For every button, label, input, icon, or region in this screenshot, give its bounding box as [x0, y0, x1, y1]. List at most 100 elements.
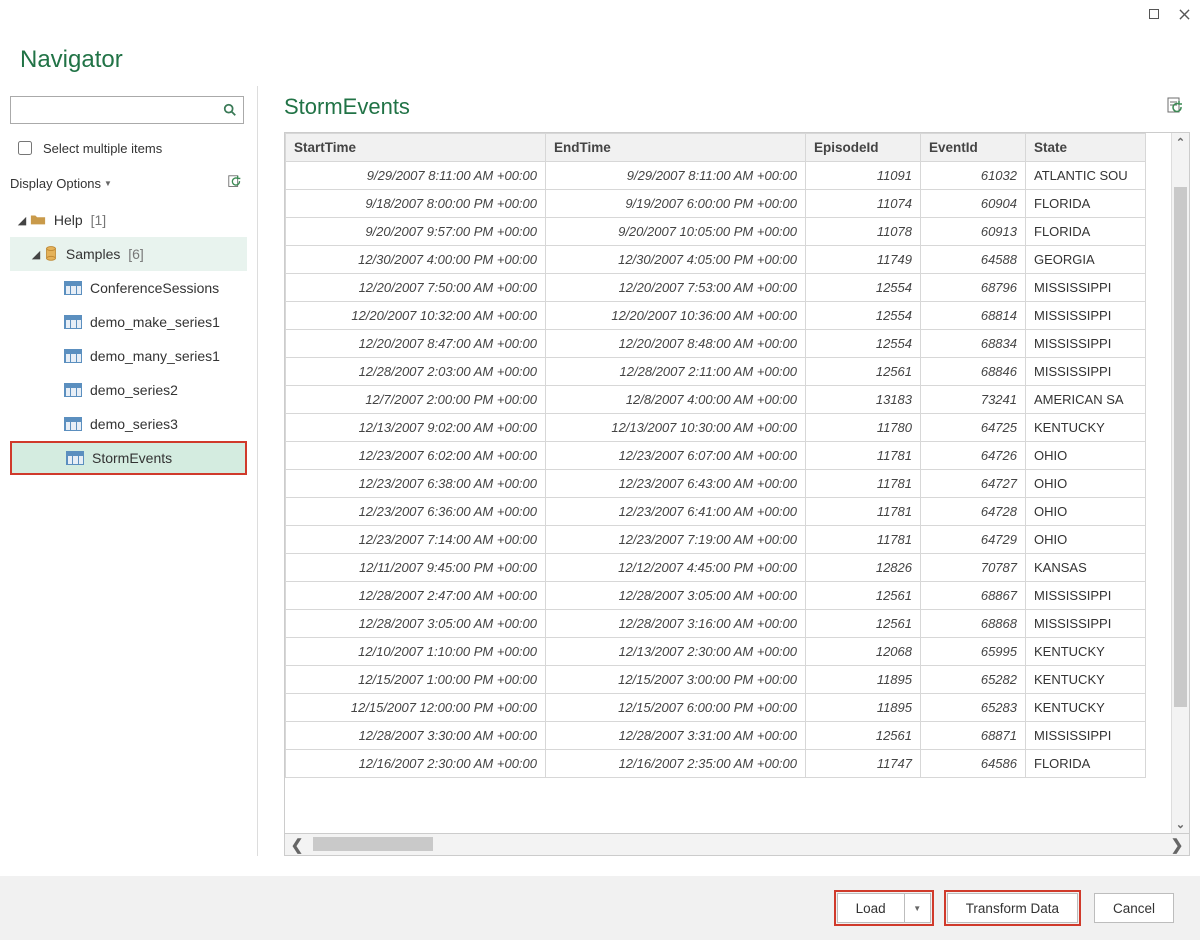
scroll-up-icon[interactable]: ⌃	[1172, 133, 1189, 151]
window-titlebar	[0, 0, 1200, 28]
table-cell: 12/15/2007 3:00:00 PM +00:00	[546, 666, 806, 694]
column-header[interactable]: StartTime	[286, 134, 546, 162]
table-cell: OHIO	[1026, 498, 1146, 526]
table-cell: 12/23/2007 7:14:00 AM +00:00	[286, 526, 546, 554]
table-row[interactable]: 9/20/2007 9:57:00 PM +00:009/20/2007 10:…	[286, 218, 1146, 246]
table-row[interactable]: 12/7/2007 2:00:00 PM +00:0012/8/2007 4:0…	[286, 386, 1146, 414]
tree-node-help[interactable]: ◢ Help [1]	[10, 203, 257, 237]
table-cell: 12/10/2007 1:10:00 PM +00:00	[286, 638, 546, 666]
page-title: Navigator	[20, 46, 1180, 74]
table-row[interactable]: 12/23/2007 7:14:00 AM +00:0012/23/2007 7…	[286, 526, 1146, 554]
column-header[interactable]: State	[1026, 134, 1146, 162]
load-dropdown-button[interactable]: ▼	[905, 893, 931, 923]
horizontal-scrollbar[interactable]: ❮ ❯	[284, 834, 1190, 856]
window-maximize-button[interactable]	[1146, 6, 1162, 22]
table-row[interactable]: 12/20/2007 7:50:00 AM +00:0012/20/2007 7…	[286, 274, 1146, 302]
select-multiple-input[interactable]	[18, 141, 32, 155]
scroll-right-icon[interactable]: ❯	[1165, 834, 1189, 855]
table-row[interactable]: 12/28/2007 3:05:00 AM +00:0012/28/2007 3…	[286, 610, 1146, 638]
search-icon[interactable]	[219, 103, 241, 117]
table-row[interactable]: 12/16/2007 2:30:00 AM +00:0012/16/2007 2…	[286, 750, 1146, 778]
table-cell: 12554	[806, 302, 921, 330]
table-cell: 11781	[806, 470, 921, 498]
table-icon	[64, 383, 82, 397]
tree-twisty-icon[interactable]: ◢	[30, 248, 42, 261]
table-row[interactable]: 12/20/2007 10:32:00 AM +00:0012/20/2007 …	[286, 302, 1146, 330]
table-cell: 9/20/2007 10:05:00 PM +00:00	[546, 218, 806, 246]
table-cell: OHIO	[1026, 470, 1146, 498]
tree-node-conferencesessions[interactable]: ConferenceSessions	[10, 271, 257, 305]
table-cell: 12/16/2007 2:35:00 AM +00:00	[546, 750, 806, 778]
tree-node-demo_many_series1[interactable]: demo_many_series1	[10, 339, 257, 373]
tree-node-demo_make_series1[interactable]: demo_make_series1	[10, 305, 257, 339]
table-cell: 9/20/2007 9:57:00 PM +00:00	[286, 218, 546, 246]
table-row[interactable]: 12/20/2007 8:47:00 AM +00:0012/20/2007 8…	[286, 330, 1146, 358]
table-cell: 68834	[921, 330, 1026, 358]
tree-label: Samples	[66, 246, 120, 262]
table-cell: AMERICAN SA	[1026, 386, 1146, 414]
display-options-dropdown[interactable]: Display Options ▼	[10, 176, 112, 191]
window-close-button[interactable]	[1176, 6, 1192, 22]
table-cell: 12/23/2007 6:41:00 AM +00:00	[546, 498, 806, 526]
tree-node-demo_series3[interactable]: demo_series3	[10, 407, 257, 441]
select-multiple-label: Select multiple items	[43, 141, 162, 156]
table-cell: 64728	[921, 498, 1026, 526]
load-button[interactable]: Load	[837, 893, 905, 923]
table-cell: 12/16/2007 2:30:00 AM +00:00	[286, 750, 546, 778]
table-cell: 12/13/2007 9:02:00 AM +00:00	[286, 414, 546, 442]
table-cell: 11781	[806, 498, 921, 526]
table-row[interactable]: 9/18/2007 8:00:00 PM +00:009/19/2007 6:0…	[286, 190, 1146, 218]
scroll-down-icon[interactable]: ⌄	[1172, 815, 1189, 833]
table-cell: KENTUCKY	[1026, 694, 1146, 722]
table-row[interactable]: 12/10/2007 1:10:00 PM +00:0012/13/2007 2…	[286, 638, 1146, 666]
table-row[interactable]: 12/13/2007 9:02:00 AM +00:0012/13/2007 1…	[286, 414, 1146, 442]
table-row[interactable]: 12/11/2007 9:45:00 PM +00:0012/12/2007 4…	[286, 554, 1146, 582]
tree-label: demo_make_series1	[90, 314, 220, 330]
table-row[interactable]: 12/28/2007 3:30:00 AM +00:0012/28/2007 3…	[286, 722, 1146, 750]
tree-label: ConferenceSessions	[90, 280, 219, 296]
scroll-left-icon[interactable]: ❮	[285, 834, 309, 855]
table-row[interactable]: 12/30/2007 4:00:00 PM +00:0012/30/2007 4…	[286, 246, 1146, 274]
table-row[interactable]: 9/29/2007 8:11:00 AM +00:009/29/2007 8:1…	[286, 162, 1146, 190]
tree-node-demo_series2[interactable]: demo_series2	[10, 373, 257, 407]
table-row[interactable]: 12/15/2007 1:00:00 PM +00:0012/15/2007 3…	[286, 666, 1146, 694]
header: Navigator	[0, 28, 1200, 86]
table-row[interactable]: 12/28/2007 2:03:00 AM +00:0012/28/2007 2…	[286, 358, 1146, 386]
table-cell: 12/20/2007 7:53:00 AM +00:00	[546, 274, 806, 302]
cancel-button[interactable]: Cancel	[1094, 893, 1174, 923]
column-header[interactable]: EpisodeId	[806, 134, 921, 162]
table-row[interactable]: 12/23/2007 6:02:00 AM +00:0012/23/2007 6…	[286, 442, 1146, 470]
tree: ◢ Help [1] ◢ Samples [6] ConferenceSessi…	[10, 203, 257, 475]
table-cell: 12/20/2007 10:32:00 AM +00:00	[286, 302, 546, 330]
table-row[interactable]: 12/28/2007 2:47:00 AM +00:0012/28/2007 3…	[286, 582, 1146, 610]
table-cell: 11749	[806, 246, 921, 274]
table-cell: 11074	[806, 190, 921, 218]
table-cell: 68867	[921, 582, 1026, 610]
table-row[interactable]: 12/23/2007 6:36:00 AM +00:0012/23/2007 6…	[286, 498, 1146, 526]
select-multiple-checkbox[interactable]: Select multiple items	[10, 138, 257, 158]
load-button-group: Load ▼	[837, 893, 931, 923]
transform-data-button[interactable]: Transform Data	[947, 893, 1078, 923]
table-icon	[66, 451, 84, 465]
table-cell: MISSISSIPPI	[1026, 722, 1146, 750]
refresh-icon[interactable]	[227, 174, 243, 193]
table-row[interactable]: 12/15/2007 12:00:00 PM +00:0012/15/2007 …	[286, 694, 1146, 722]
table-cell: 11781	[806, 442, 921, 470]
vertical-scrollbar[interactable]: ⌃ ⌄	[1171, 133, 1189, 833]
table-cell: 12/13/2007 2:30:00 AM +00:00	[546, 638, 806, 666]
search-input[interactable]	[11, 103, 219, 118]
tree-twisty-icon[interactable]: ◢	[16, 214, 28, 227]
table-cell: 12/30/2007 4:00:00 PM +00:00	[286, 246, 546, 274]
column-header[interactable]: EventId	[921, 134, 1026, 162]
column-header[interactable]: EndTime	[546, 134, 806, 162]
scroll-thumb[interactable]	[1174, 187, 1187, 707]
tree-node-samples[interactable]: ◢ Samples [6]	[10, 237, 247, 271]
data-grid[interactable]: StartTimeEndTimeEpisodeIdEventIdState 9/…	[284, 132, 1190, 834]
page-refresh-icon[interactable]	[1166, 96, 1184, 119]
search-input-wrap[interactable]	[10, 96, 244, 124]
table-cell: KENTUCKY	[1026, 414, 1146, 442]
tree-node-stormevents[interactable]: StormEvents	[10, 441, 247, 475]
scroll-thumb[interactable]	[313, 837, 433, 851]
table-cell: 12554	[806, 330, 921, 358]
table-row[interactable]: 12/23/2007 6:38:00 AM +00:0012/23/2007 6…	[286, 470, 1146, 498]
